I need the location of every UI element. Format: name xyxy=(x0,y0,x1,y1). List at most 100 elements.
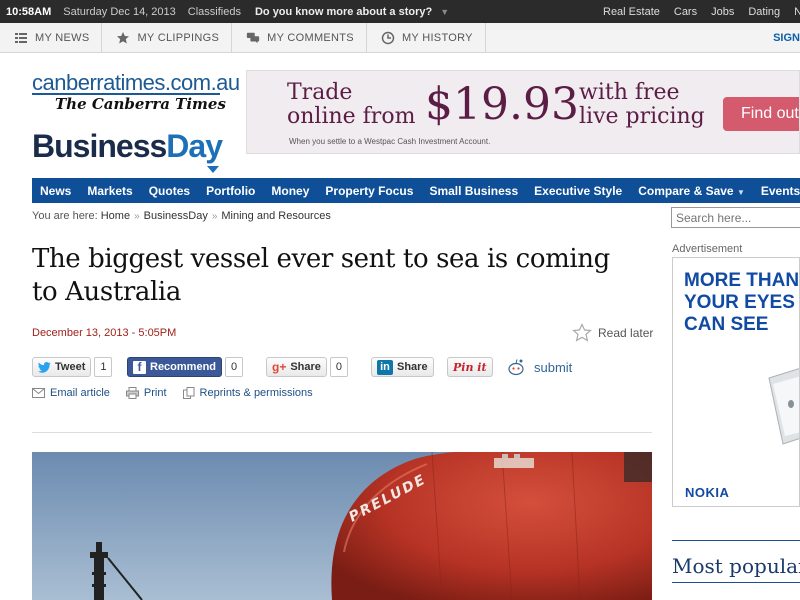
star-icon xyxy=(117,31,130,43)
section-logo-pointer xyxy=(207,166,219,173)
recommend-label: Recommend xyxy=(150,361,217,373)
reddit-group: submit xyxy=(506,357,572,377)
tweet-count: 1 xyxy=(94,357,113,377)
tab-my-clippings[interactable]: MY CLIPPINGS xyxy=(102,23,233,52)
phone-image xyxy=(768,368,799,445)
banner-cta-button[interactable]: Find out xyxy=(723,97,799,131)
reddit-icon[interactable] xyxy=(506,358,526,376)
gplus-count: 0 xyxy=(329,357,349,377)
nav-item-compare-save-label: Compare & Save xyxy=(638,183,734,198)
current-date: Saturday Dec 14, 2013 xyxy=(63,5,176,18)
site-logo-domain: .com.au xyxy=(164,70,240,95)
copy-icon xyxy=(182,387,195,399)
nav-item-money[interactable]: Money xyxy=(263,184,317,198)
nav-item-property-focus[interactable]: Property Focus xyxy=(317,184,421,198)
breadcrumb-prefix: You are here: xyxy=(32,210,98,222)
google-plus-icon: g+ xyxy=(272,360,287,374)
envelope-icon xyxy=(32,388,45,398)
news-link[interactable]: New xyxy=(787,6,800,18)
tab-my-comments[interactable]: MY COMMENTS xyxy=(232,23,367,52)
pinterest-group: Pin it xyxy=(447,357,493,377)
article-date: December 13, 2013 - 5:05PM xyxy=(32,327,177,339)
dating-link[interactable]: Dating xyxy=(741,6,787,18)
real-estate-link[interactable]: Real Estate xyxy=(596,6,667,18)
top-bar: 10:58AM Saturday Dec 14, 2013 Classified… xyxy=(0,0,800,23)
section-logo-a: Business xyxy=(32,128,167,164)
breadcrumb-businessday[interactable]: BusinessDay xyxy=(144,210,208,222)
gplus-label: Share xyxy=(290,361,321,373)
section-logo-b: Day xyxy=(166,128,223,164)
recommend-count: 0 xyxy=(225,357,244,377)
recommend-button[interactable]: f Recommend xyxy=(127,357,223,377)
sidebar-ad[interactable]: MORE THAN YOUR EYES CAN SEE NOKIA xyxy=(672,257,800,507)
tab-my-news[interactable]: MY NEWS xyxy=(0,23,103,52)
nav-item-quotes[interactable]: Quotes xyxy=(141,184,198,198)
banner-line1: Trade xyxy=(287,80,353,105)
print-link[interactable]: Print xyxy=(125,387,167,399)
tab-my-clippings-label: MY CLIPPINGS xyxy=(137,31,220,44)
facebook-group: f Recommend 0 xyxy=(127,357,244,377)
nav-item-news[interactable]: News xyxy=(32,184,79,198)
nav-item-portfolio[interactable]: Portfolio xyxy=(198,184,263,198)
current-time: 10:58AM xyxy=(6,5,52,18)
pinterest-button[interactable]: Pin it xyxy=(447,357,493,377)
tab-my-news-label: MY NEWS xyxy=(35,31,90,44)
article-headline: The biggest vessel ever sent to sea is c… xyxy=(32,244,610,307)
gplus-share-button[interactable]: g+ Share xyxy=(266,357,327,377)
breadcrumb-home[interactable]: Home xyxy=(101,210,130,222)
chevron-down-icon[interactable]: ▼ xyxy=(432,7,449,17)
reprints-link[interactable]: Reprints & permissions xyxy=(182,387,313,399)
nav-item-compare-save[interactable]: Compare & Save ▼ xyxy=(630,184,753,198)
gplus-group: g+ Share 0 xyxy=(266,357,349,377)
linkedin-share-button[interactable]: in Share xyxy=(371,357,434,377)
nav-item-small-business[interactable]: Small Business xyxy=(421,184,526,198)
ship-photo: PRELUDE xyxy=(32,452,652,600)
breadcrumb-separator: » xyxy=(211,211,218,222)
main-nav: News Markets Quotes Portfolio Money Prop… xyxy=(32,178,800,203)
email-article-link[interactable]: Email article xyxy=(32,387,110,399)
nokia-logo: NOKIA xyxy=(685,485,730,500)
article-tools: Email article Print Reprints & permissio… xyxy=(32,387,313,399)
breadcrumb: You are here: Home» BusinessDay» Mining an… xyxy=(32,210,331,222)
linkedin-group: in Share xyxy=(371,357,434,377)
banner-price: $19.93 xyxy=(425,79,579,130)
nav-item-executive-style[interactable]: Executive Style xyxy=(526,184,630,198)
banner-ad[interactable]: Trade online from $19.93 with free live … xyxy=(246,70,800,154)
reprints-label: Reprints & permissions xyxy=(199,387,313,399)
classifieds-link[interactable]: Classifieds xyxy=(176,6,241,18)
jobs-link[interactable]: Jobs xyxy=(704,6,741,18)
tweet-button[interactable]: Tweet xyxy=(32,357,92,377)
banner-free1: with free xyxy=(579,80,680,105)
reddit-submit-link[interactable]: submit xyxy=(534,360,572,375)
nav-item-markets[interactable]: Markets xyxy=(79,184,140,198)
tab-my-history-label: MY HISTORY xyxy=(401,31,473,44)
article-photo[interactable]: PRELUDE xyxy=(32,452,652,600)
read-later-button[interactable]: Read later xyxy=(572,323,653,343)
tab-my-history[interactable]: MY HISTORY xyxy=(367,23,486,52)
linkedin-icon: in xyxy=(377,359,393,375)
twitter-icon xyxy=(38,361,51,373)
article-divider xyxy=(32,432,652,433)
tweet-group: Tweet 1 xyxy=(32,357,113,377)
facebook-icon: f xyxy=(133,360,146,374)
banner-line2: online from xyxy=(287,104,416,129)
breadcrumb-separator: » xyxy=(134,211,140,222)
banner-trade-text: Trade online from xyxy=(287,81,415,129)
email-article-label: Email article xyxy=(50,387,110,399)
banner-free-text: with free live pricing xyxy=(579,81,705,129)
masthead: The Canberra Times xyxy=(55,95,226,113)
section-logo[interactable]: BusinessDay xyxy=(32,128,223,165)
most-popular-top-rule xyxy=(672,540,800,541)
top-links: Real Estate Cars Jobs Dating New xyxy=(596,0,800,23)
comments-icon xyxy=(247,32,260,43)
search-input[interactable] xyxy=(671,207,800,228)
story-tip-link[interactable]: Do you know more about a story? xyxy=(241,6,432,18)
chevron-down-icon: ▼ xyxy=(736,187,745,197)
most-popular-bottom-rule xyxy=(672,582,800,583)
nav-item-events[interactable]: Events xyxy=(753,184,800,198)
banner-free2: live pricing xyxy=(579,104,705,129)
tab-my-comments-label: MY COMMENTS xyxy=(267,31,354,44)
breadcrumb-mining[interactable]: Mining and Resources xyxy=(221,210,330,222)
cars-link[interactable]: Cars xyxy=(667,6,704,18)
sign-in-link[interactable]: SIGN xyxy=(773,23,800,53)
